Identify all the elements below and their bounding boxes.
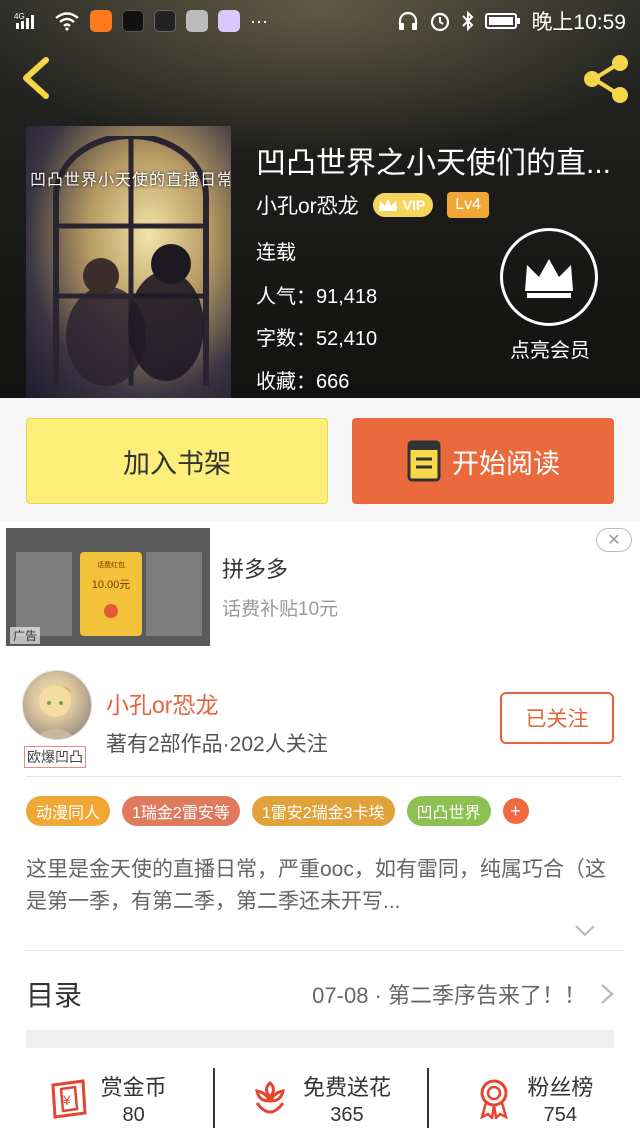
divider: [26, 776, 622, 777]
share-button[interactable]: [580, 54, 632, 104]
capcut-icon: [154, 10, 176, 32]
chevron-left-icon: [23, 57, 49, 99]
fan-ranking-label: 粉丝榜: [527, 1074, 594, 1100]
uc-browser-icon: [90, 10, 112, 32]
tiktok-icon: [122, 10, 144, 32]
word-count: 字数：52,410: [256, 328, 378, 350]
wifi-icon: [54, 10, 80, 32]
author-row: 小孔or恐龙 VIP Lv4: [256, 190, 490, 220]
fan-ranking-button[interactable]: 粉丝榜 754: [426, 1058, 640, 1138]
vip-member-label: 点亮会员: [510, 340, 590, 362]
toc-title: 目录: [26, 980, 83, 1011]
tag-chip[interactable]: 1雷安2瑞金3卡埃: [251, 796, 395, 826]
start-reading-label: 开始阅读: [452, 448, 560, 479]
alarm-icon: [429, 10, 451, 32]
cover-title-text: 凹凸世界小天使的直播日常: [30, 172, 230, 189]
start-reading-button[interactable]: 开始阅读: [352, 418, 614, 504]
ad-title: 拼多多: [222, 557, 289, 582]
reward-coins-button[interactable]: ¥ 赏金币 80: [0, 1058, 213, 1138]
avatar[interactable]: [22, 670, 92, 740]
favorites-count: 收藏：666: [256, 371, 350, 393]
status-bar: 4G ··· 晚上10:59: [0, 0, 640, 42]
clock-text: 晚上10:59: [531, 11, 626, 34]
add-to-shelf-button[interactable]: 加入书架: [26, 418, 328, 504]
bluetooth-icon: [461, 10, 475, 32]
ad-description: 话费补贴10元: [222, 599, 339, 620]
tag-chip[interactable]: 1瑞金2雷安等: [122, 796, 240, 826]
chevron-right-icon: [601, 984, 614, 1004]
reward-coins-label: 赏金币: [100, 1074, 167, 1100]
tag-chip[interactable]: 凹凸世界: [406, 796, 491, 826]
ad-image-side-left: [16, 552, 72, 636]
latest-chapter: 07-08 · 第二季序告来了！！: [312, 983, 586, 1008]
level-badge: Lv4: [447, 192, 490, 218]
svg-text:¥: ¥: [62, 1092, 71, 1108]
author-card-name[interactable]: 小孔or恐龙: [106, 686, 218, 720]
vip-member-button[interactable]: 点亮会员: [500, 228, 600, 363]
coin-envelope-icon: ¥: [51, 1079, 87, 1119]
send-flowers-count: 365: [330, 1103, 364, 1126]
tag-list: 动漫同人 1瑞金2雷安等 1雷安2瑞金3卡埃 凹凸世界 +: [26, 796, 529, 826]
ad-card-amount: 10.00元: [91, 579, 131, 591]
signal-icon: 4G: [14, 10, 44, 32]
send-flowers-label: 免费送花: [302, 1074, 391, 1100]
anime-app-icon: [218, 10, 240, 32]
headphones-icon: [397, 10, 419, 32]
serial-status: 连载: [256, 242, 296, 264]
reward-coins-count: 80: [122, 1103, 145, 1126]
section-separator: [26, 1030, 614, 1048]
ad-image-side-right: [146, 552, 202, 636]
send-flowers-button[interactable]: 免费送花 365: [213, 1058, 426, 1138]
fan-ranking-count: 754: [543, 1103, 577, 1126]
book-title: 凹凸世界之小天使们的直...: [256, 147, 612, 180]
author-stats: 著有2部作品·202人关注: [106, 733, 328, 756]
vip-badge: VIP: [372, 193, 434, 217]
vip-badge-label: VIP: [402, 197, 426, 213]
svg-text:4G: 4G: [14, 12, 25, 21]
following-button[interactable]: 已关注: [500, 692, 614, 744]
author-name[interactable]: 小孔or恐龙: [256, 190, 359, 220]
action-bar: 加入书架 开始阅读: [0, 398, 640, 522]
avatar-illustration: [35, 685, 77, 739]
ad-image[interactable]: 话费红包 10.00元 广告: [6, 528, 210, 646]
close-icon: ✕: [607, 532, 621, 549]
ad-banner[interactable]: 话费红包 10.00元 广告 拼多多 话费补贴10元: [0, 522, 640, 658]
ad-close-button[interactable]: ✕: [596, 528, 632, 552]
book-icon: [407, 440, 441, 482]
book-description: 这里是金天使的直播日常，严重ooc，如有雷同，纯属巧合（这是第一季，有第二季，第…: [26, 858, 606, 913]
table-of-contents-row[interactable]: 目录 07-08 · 第二季序告来了！！: [26, 960, 614, 1028]
flower-icon: [255, 1081, 285, 1114]
ad-red-packet-card: 话费红包 10.00元: [80, 552, 142, 636]
support-bar: ¥ 赏金币 80 免费送花 365 粉丝榜 754: [0, 1058, 640, 1138]
share-icon: [584, 55, 628, 103]
huawei-app-icon: [186, 10, 208, 32]
tag-chip[interactable]: 动漫同人: [26, 796, 111, 826]
more-tags-button[interactable]: +: [502, 798, 529, 824]
avatar-tag: 欧爆凹凸: [24, 746, 86, 768]
ad-card-seal: [104, 604, 118, 618]
popularity-count: 人气：91,418: [256, 286, 378, 308]
expand-description-button[interactable]: [574, 924, 596, 938]
crown-icon: [378, 199, 397, 211]
divider: [26, 950, 622, 951]
book-cover[interactable]: 凹凸世界小天使的直播日常: [26, 126, 231, 398]
ad-card-title: 话费红包: [97, 562, 125, 569]
book-header: 4G ··· 晚上10:59 凹凸世界小天使的直播日常 凹凸世界之小天使们的直.…: [0, 0, 640, 398]
chevron-down-icon: [575, 925, 595, 937]
author-card: 欧爆凹凸 小孔or恐龙 著有2部作品·202人关注 已关注 动漫同人 1瑞金2雷…: [0, 658, 640, 1138]
crown-icon: [525, 259, 573, 298]
back-button[interactable]: [16, 54, 56, 102]
medal-icon: [480, 1079, 509, 1119]
ad-tag: 广告: [10, 627, 41, 644]
vip-crown-circle: [500, 228, 598, 326]
battery-icon: [485, 10, 521, 32]
more-notifications-icon: ···: [250, 10, 268, 31]
